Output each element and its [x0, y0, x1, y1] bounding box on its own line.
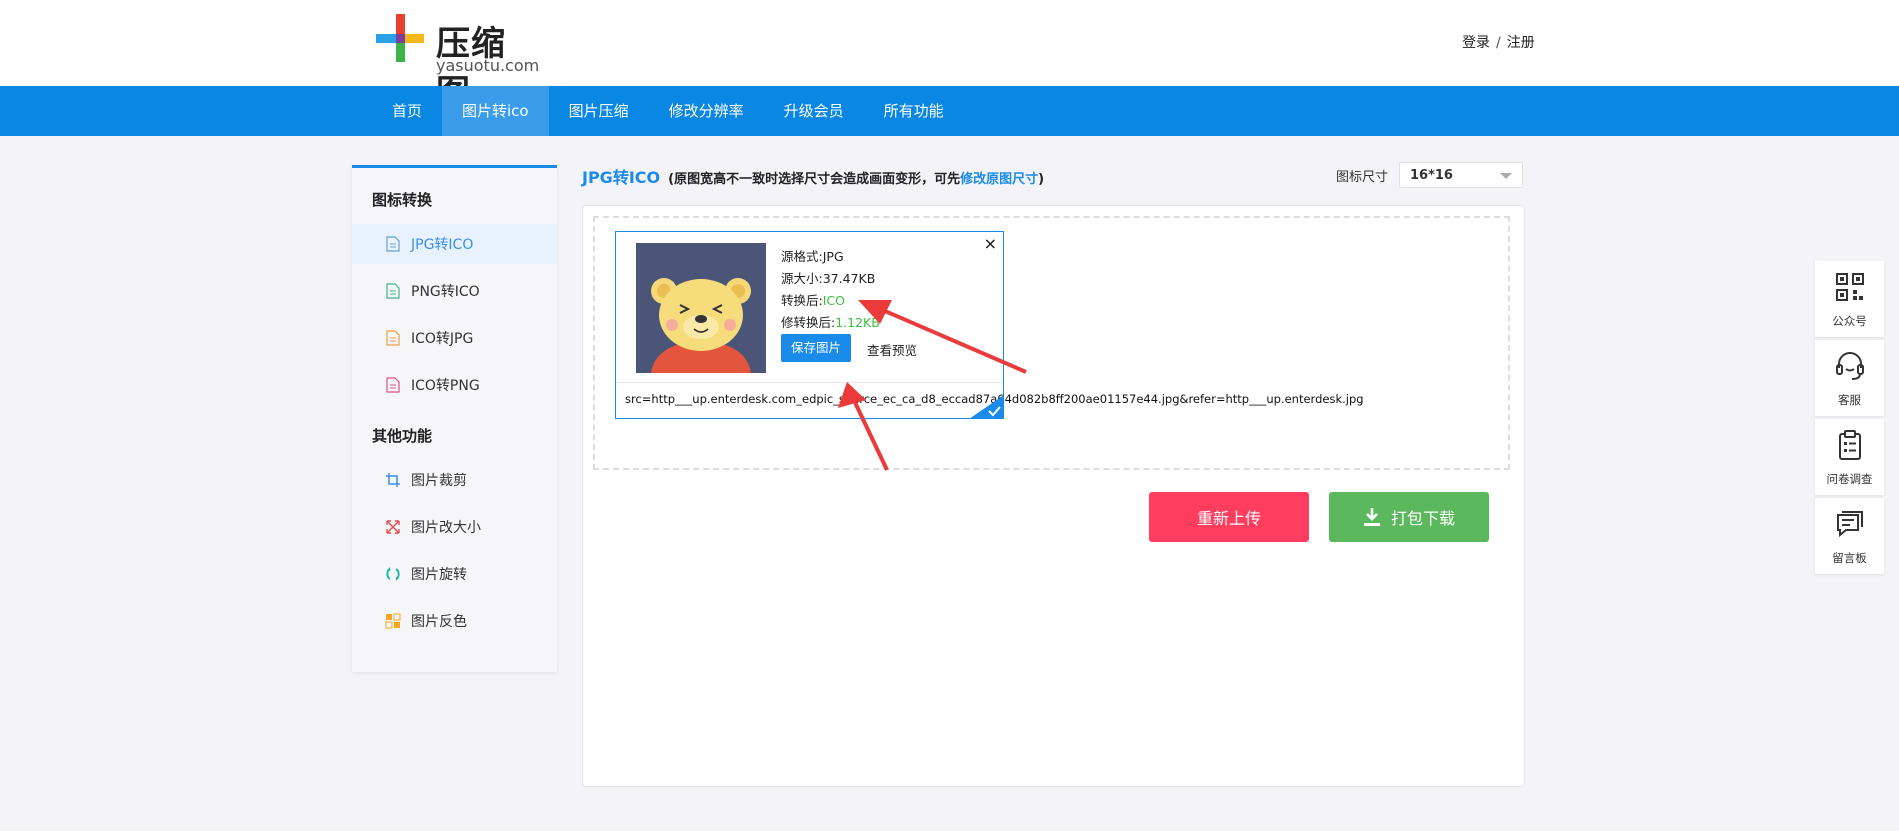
page-title: JPG转ICO (原图宽高不一致时选择尺寸会造成画面变形，可先修改原图尺寸): [582, 164, 1044, 188]
login-link[interactable]: 登录: [1462, 35, 1490, 51]
file-doc-icon: [385, 236, 401, 252]
sidebar-item-label: ICO转JPG: [411, 331, 474, 347]
sidebar: 图标转换 JPG转ICO PNG转ICO ICO转JPG ICO转PNG 其他功…: [352, 165, 557, 672]
converter-title: JPG转ICO: [582, 168, 661, 187]
nav-item-all-features[interactable]: 所有功能: [864, 86, 964, 136]
sidebar-item-label: 图片旋转: [411, 567, 467, 583]
rotate-icon: [385, 566, 401, 582]
float-item-wechat[interactable]: 公众号: [1815, 261, 1884, 337]
sidebar-item-label: PNG转ICO: [411, 284, 480, 300]
file-thumbnail: [636, 243, 766, 373]
sidebar-item-label: 图片反色: [411, 614, 467, 630]
source-size: 37.47KB: [822, 271, 876, 286]
card-divider: [616, 382, 1003, 383]
nav-item-image-compress[interactable]: 图片压缩: [549, 86, 649, 136]
sidebar-item-resize[interactable]: 图片改大小: [352, 507, 557, 547]
sidebar-item-crop[interactable]: 图片裁剪: [352, 460, 557, 500]
sidebar-item-label: ICO转PNG: [411, 378, 480, 394]
sidebar-item-rotate[interactable]: 图片旋转: [352, 554, 557, 594]
converted-label: 转换后:: [781, 293, 823, 308]
converter-note: (原图宽高不一致时选择尺寸会造成画面变形，可先修改原图尺寸): [668, 172, 1044, 187]
reupload-button[interactable]: 重新上传: [1149, 492, 1309, 542]
clipboard-icon: [1839, 430, 1861, 460]
site-logo[interactable]: 压缩图 yasuotu.com: [376, 14, 539, 113]
float-item-support[interactable]: 客服: [1815, 340, 1884, 416]
file-info: 源格式:JPG 源大小:37.47KB 转换后:ICO 修转换后:1.12KB: [781, 246, 880, 334]
sidebar-item-invert[interactable]: 图片反色: [352, 601, 557, 641]
download-all-button[interactable]: 打包下载: [1329, 492, 1489, 542]
edit-size-link[interactable]: 修改原图尺寸: [960, 172, 1038, 187]
float-item-message-board[interactable]: 留言板: [1815, 498, 1884, 574]
converted-size-label: 修转换后:: [781, 315, 836, 330]
sidebar-item-label: 图片裁剪: [411, 473, 467, 489]
float-item-label: 问卷调查: [1826, 472, 1873, 486]
sidebar-item-png-to-ico[interactable]: PNG转ICO: [352, 271, 557, 311]
float-item-label: 客服: [1838, 393, 1861, 407]
icon-size-value: 16*16: [1410, 168, 1453, 183]
headset-icon: [1836, 352, 1864, 380]
nav-item-image-to-ico[interactable]: 图片转ico: [442, 86, 549, 136]
main-nav: 首页 图片转ico 图片压缩 修改分辨率 升级会员 所有功能: [0, 86, 1899, 136]
source-size-label: 源大小:: [781, 271, 823, 286]
header: 压缩图 yasuotu.com 登录 / 注册: [0, 0, 1899, 113]
sidebar-item-ico-to-jpg[interactable]: ICO转JPG: [352, 318, 557, 358]
chevron-down-icon: [1500, 173, 1512, 179]
note-suffix: ): [1038, 172, 1045, 187]
file-card: × 源格式:JPG 源大小:37.47KB 转换后:ICO 修转换后:1.12K…: [615, 231, 1004, 419]
source-format-label: 源格式:: [781, 249, 823, 264]
sidebar-section-icon-convert: 图标转换: [372, 191, 433, 209]
crop-icon: [385, 472, 401, 488]
auth-links: 登录 / 注册: [1462, 32, 1535, 52]
sidebar-item-label: JPG转ICO: [411, 237, 474, 253]
view-preview-link[interactable]: 查看预览: [867, 340, 917, 359]
icon-size-label: 图标尺寸: [1336, 170, 1389, 185]
file-doc-icon: [385, 283, 401, 299]
float-item-survey[interactable]: 问卷调查: [1815, 419, 1884, 495]
floating-toolbar: 公众号 客服 问卷调查 留言板: [1815, 261, 1884, 577]
converted-size: 1.12KB: [835, 315, 880, 330]
logo-cross-icon: [376, 14, 424, 62]
sidebar-item-jpg-to-ico[interactable]: JPG转ICO: [352, 224, 557, 264]
icon-size-select[interactable]: 16*16: [1399, 162, 1523, 188]
file-doc-icon: [385, 330, 401, 346]
nav-item-upgrade[interactable]: 升级会员: [764, 86, 864, 136]
download-label: 打包下载: [1390, 509, 1455, 528]
nav-item-resolution[interactable]: 修改分辨率: [649, 86, 764, 136]
nav-item-home[interactable]: 首页: [372, 86, 442, 136]
float-item-label: 留言板: [1832, 551, 1867, 565]
sidebar-item-ico-to-png[interactable]: ICO转PNG: [352, 365, 557, 405]
sidebar-section-other: 其他功能: [372, 427, 433, 445]
winnie-pooh-image: [636, 243, 766, 373]
logo-domain: yasuotu.com: [436, 56, 540, 75]
message-board-icon: [1837, 511, 1863, 538]
invert-icon: [385, 613, 401, 629]
register-link[interactable]: 注册: [1507, 35, 1535, 51]
float-item-label: 公众号: [1832, 314, 1867, 328]
converted-format: ICO: [822, 293, 845, 308]
sidebar-item-label: 图片改大小: [411, 520, 481, 536]
save-image-button[interactable]: 保存图片: [781, 334, 851, 362]
qrcode-icon: [1836, 273, 1864, 301]
note-prefix: (原图宽高不一致时选择尺寸会造成画面变形，可先: [668, 172, 961, 187]
source-format: JPG: [822, 249, 844, 264]
download-icon: [1363, 508, 1380, 526]
close-icon[interactable]: ×: [984, 234, 997, 253]
auth-separator: /: [1496, 35, 1501, 51]
file-doc-icon: [385, 377, 401, 393]
selected-check-icon: [969, 395, 1004, 419]
resize-icon: [385, 519, 401, 535]
